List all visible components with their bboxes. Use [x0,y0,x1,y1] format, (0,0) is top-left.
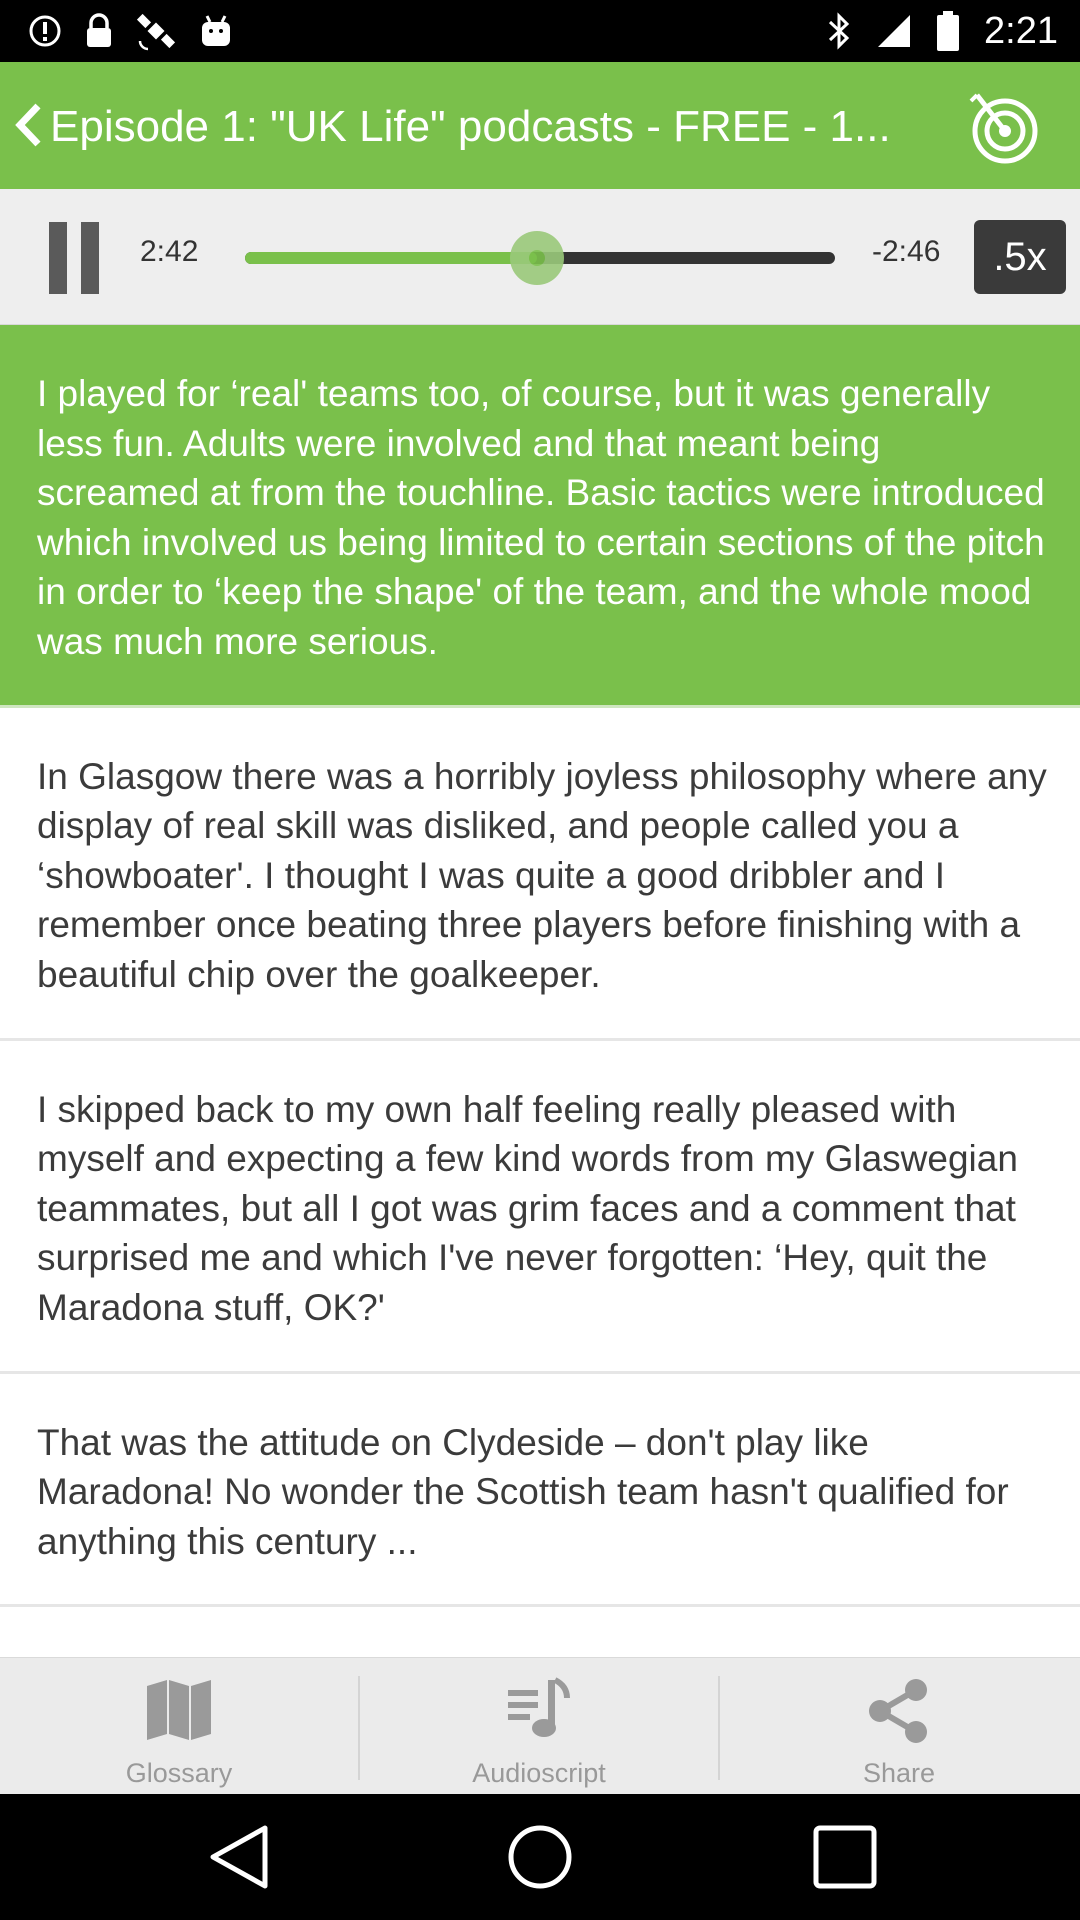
satellite-icon [136,13,176,51]
transcript-paragraph[interactable]: That was the attitude on Clydeside – don… [0,1374,1080,1608]
back-triangle-icon[interactable] [205,1822,275,1892]
pause-icon [49,222,67,294]
bottom-nav: Glossary Audioscript Share [0,1657,1080,1795]
audio-player: 2:42 -2:46 .5x [0,189,1080,325]
audioscript-tab[interactable]: Audioscript [360,1658,718,1795]
system-nav-bar [0,1794,1080,1920]
transcript-list: I played for ‘real' teams too, of course… [0,325,1080,1657]
glossary-tab[interactable]: Glossary [0,1658,358,1795]
audioscript-label: Audioscript [472,1758,606,1788]
share-icon [869,1679,927,1743]
glossary-label: Glossary [125,1758,233,1788]
share-label: Share [862,1758,936,1788]
slider-thumb[interactable] [510,231,565,285]
map-book-icon [147,1680,211,1740]
back-chevron-icon[interactable] [10,98,46,152]
page-title: Episode 1: "UK Life" podcasts - FREE - 1… [50,102,891,151]
home-circle-icon[interactable] [505,1822,575,1892]
playback-speed-button[interactable]: .5x [974,220,1066,294]
pause-icon-bar [81,222,99,294]
recent-apps-icon[interactable] [810,1822,880,1892]
bluetooth-icon [829,12,850,50]
music-list-icon [508,1677,570,1737]
transcript-paragraph[interactable]: I played for ‘real' teams too, of course… [0,325,1080,708]
signal-icon [878,15,911,47]
lock-icon [87,13,111,47]
sleep-timer-icon[interactable] [965,87,1045,167]
app-header: Episode 1: "UK Life" podcasts - FREE - 1… [0,62,1080,189]
share-tab[interactable]: Share [720,1658,1078,1795]
status-bar: 2:21 [0,0,1080,62]
transcript-paragraph[interactable]: I skipped back to my own half feeling re… [0,1041,1080,1374]
elapsed-time: 2:42 [140,235,199,268]
alert-icon [29,15,61,47]
progress-slider[interactable] [245,231,835,285]
status-clock: 2:21 [984,9,1058,52]
transcript-paragraph[interactable]: In Glasgow there was a horribly joyless … [0,708,1080,1041]
pause-button[interactable] [45,222,103,294]
remaining-time: -2:46 [872,235,941,268]
battery-icon [937,11,960,51]
progress-fill [245,252,538,264]
android-icon [202,15,230,46]
